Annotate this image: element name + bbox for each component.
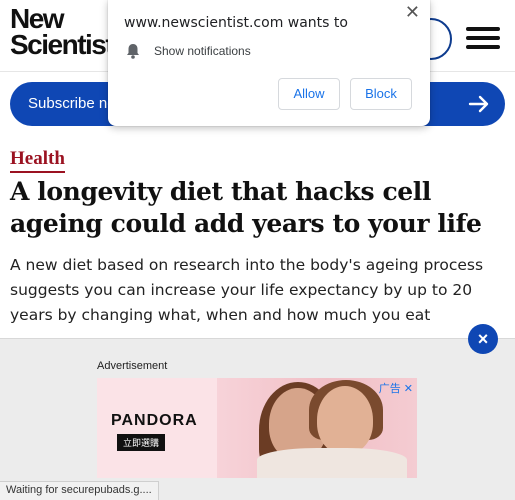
arrow-right-icon [468, 95, 489, 113]
close-icon[interactable]: ✕ [405, 2, 420, 23]
site-logo[interactable]: New Scientist [10, 5, 115, 60]
bell-icon [127, 44, 139, 59]
article-headline: A longevity diet that hacks cell ageing … [10, 177, 482, 238]
notification-permission-dialog: www.newscientist.com wants to ✕ Show not… [108, 0, 430, 126]
browser-status-bar: Waiting for securepubads.g.... [0, 481, 159, 500]
allow-button[interactable]: Allow [278, 78, 340, 110]
ad-brand: PANDORA [111, 412, 198, 429]
ad-choices-icon[interactable]: 广告 ✕ [379, 380, 413, 396]
menu-icon[interactable] [466, 27, 500, 49]
article-standfirst: A new diet based on research into the bo… [10, 256, 484, 324]
section-link-health[interactable]: Health [10, 148, 65, 173]
ad-banner[interactable]: PANDORA 立即選購 广告 ✕ [97, 378, 417, 478]
block-button[interactable]: Block [350, 78, 412, 110]
permission-site-text: www.newscientist.com wants to [124, 15, 348, 31]
logo-line-2: Scientist [10, 29, 115, 60]
ad-close-button[interactable]: × [468, 324, 498, 354]
permission-request-text: Show notifications [154, 44, 251, 58]
ad-label: Advertisement [97, 360, 168, 372]
ad-cta[interactable]: 立即選購 [117, 434, 166, 451]
